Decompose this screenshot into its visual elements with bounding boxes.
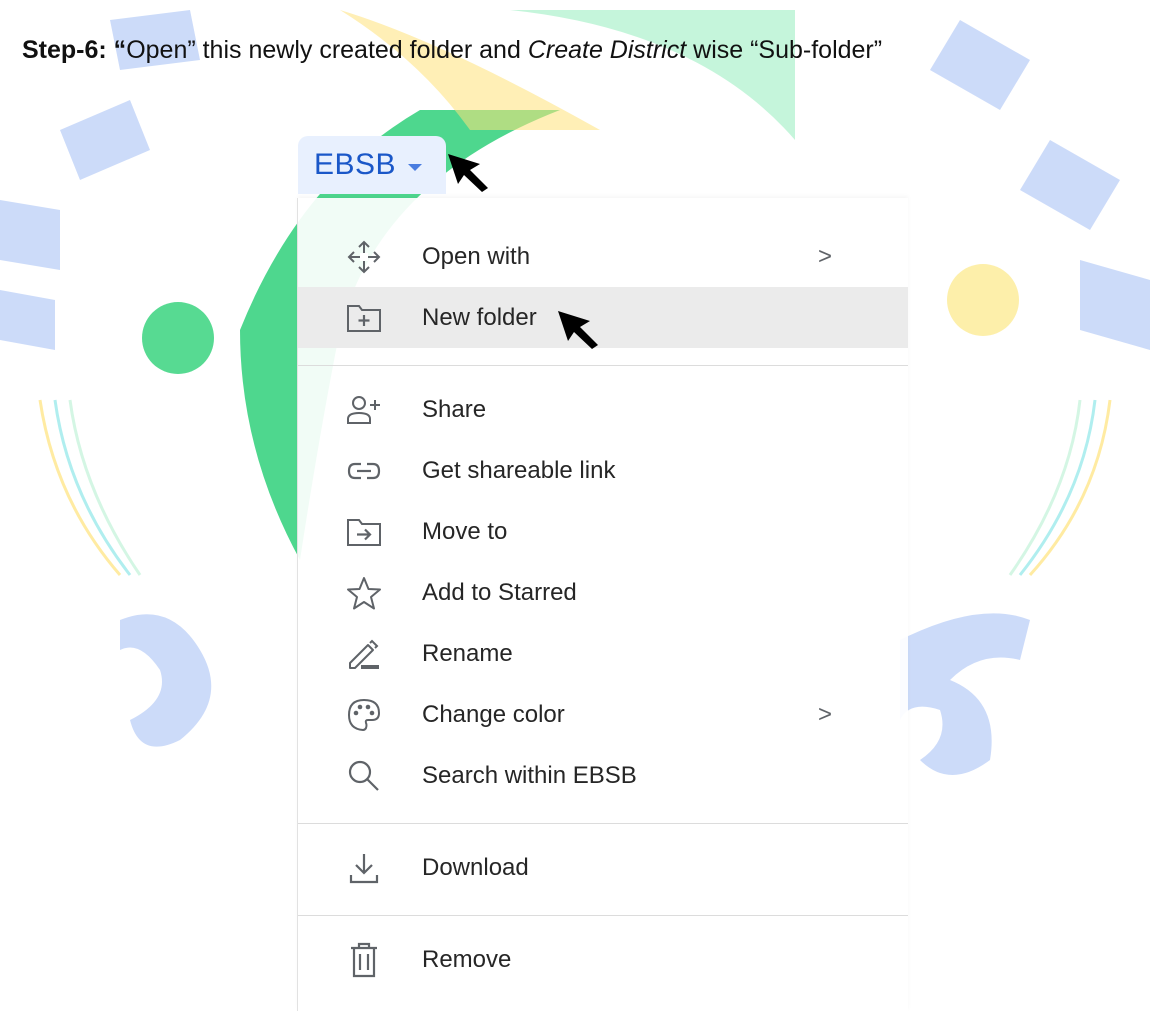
menu-item-get-shareable-link[interactable]: Get shareable link (298, 440, 908, 501)
move-to-icon (346, 514, 382, 550)
menu-item-label: Share (422, 395, 487, 423)
mouse-cursor-icon (558, 311, 598, 349)
new-folder-icon (346, 300, 382, 336)
menu-item-label: Move to (422, 517, 508, 545)
menu-divider (298, 823, 908, 824)
menu-item-rename[interactable]: Rename (298, 623, 908, 684)
menu-item-add-to-starred[interactable]: Add to Starred (298, 562, 908, 623)
menu-item-label: Remove (422, 945, 512, 973)
menu-item-remove[interactable]: Remove (298, 929, 908, 990)
open-with-icon (346, 239, 382, 275)
menu-divider (298, 365, 908, 366)
menu-divider (298, 915, 908, 916)
menu-item-download[interactable]: Download (298, 837, 908, 898)
context-menu: Open with > New folder Share Get shareab… (298, 198, 908, 1011)
folder-name: EBSB (314, 148, 397, 181)
menu-item-label: Search within EBSB (422, 761, 637, 789)
menu-item-share[interactable]: Share (298, 379, 908, 440)
menu-item-new-folder[interactable]: New folder (298, 287, 908, 348)
instruction-part-1: Open” this newly created folder and (126, 36, 528, 64)
instruction-text: Step-6: “Open” this newly created folder… (22, 36, 1142, 65)
menu-item-label: Get shareable link (422, 456, 616, 484)
menu-item-move-to[interactable]: Move to (298, 501, 908, 562)
add-person-icon (346, 392, 382, 428)
pencil-icon (346, 636, 382, 672)
search-icon (346, 758, 382, 794)
menu-item-label: Open with (422, 242, 531, 270)
folder-name-button[interactable]: EBSB (298, 136, 446, 194)
step-label: Step-6: “ (22, 36, 127, 64)
star-icon (346, 575, 382, 611)
menu-item-label: Add to Starred (422, 578, 577, 606)
menu-item-label: Rename (422, 639, 513, 667)
menu-item-label: Download (422, 853, 529, 881)
dropdown-caret-icon (408, 163, 423, 171)
instruction-emphasis: Create District (527, 36, 687, 64)
trash-icon (346, 942, 382, 978)
menu-item-change-color[interactable]: Change color > (298, 684, 908, 745)
instruction-part-2: wise “Sub-folder” (686, 36, 883, 64)
submenu-chevron-icon: > (818, 242, 833, 270)
menu-item-search-within[interactable]: Search within EBSB (298, 745, 908, 806)
menu-item-label: Change color (422, 700, 565, 728)
download-icon (346, 850, 382, 886)
mouse-cursor-icon (448, 154, 488, 192)
menu-item-open-with[interactable]: Open with > (298, 226, 908, 287)
palette-icon (346, 697, 382, 733)
link-icon (346, 453, 382, 489)
submenu-chevron-icon: > (818, 700, 833, 728)
menu-item-label: New folder (422, 303, 537, 331)
